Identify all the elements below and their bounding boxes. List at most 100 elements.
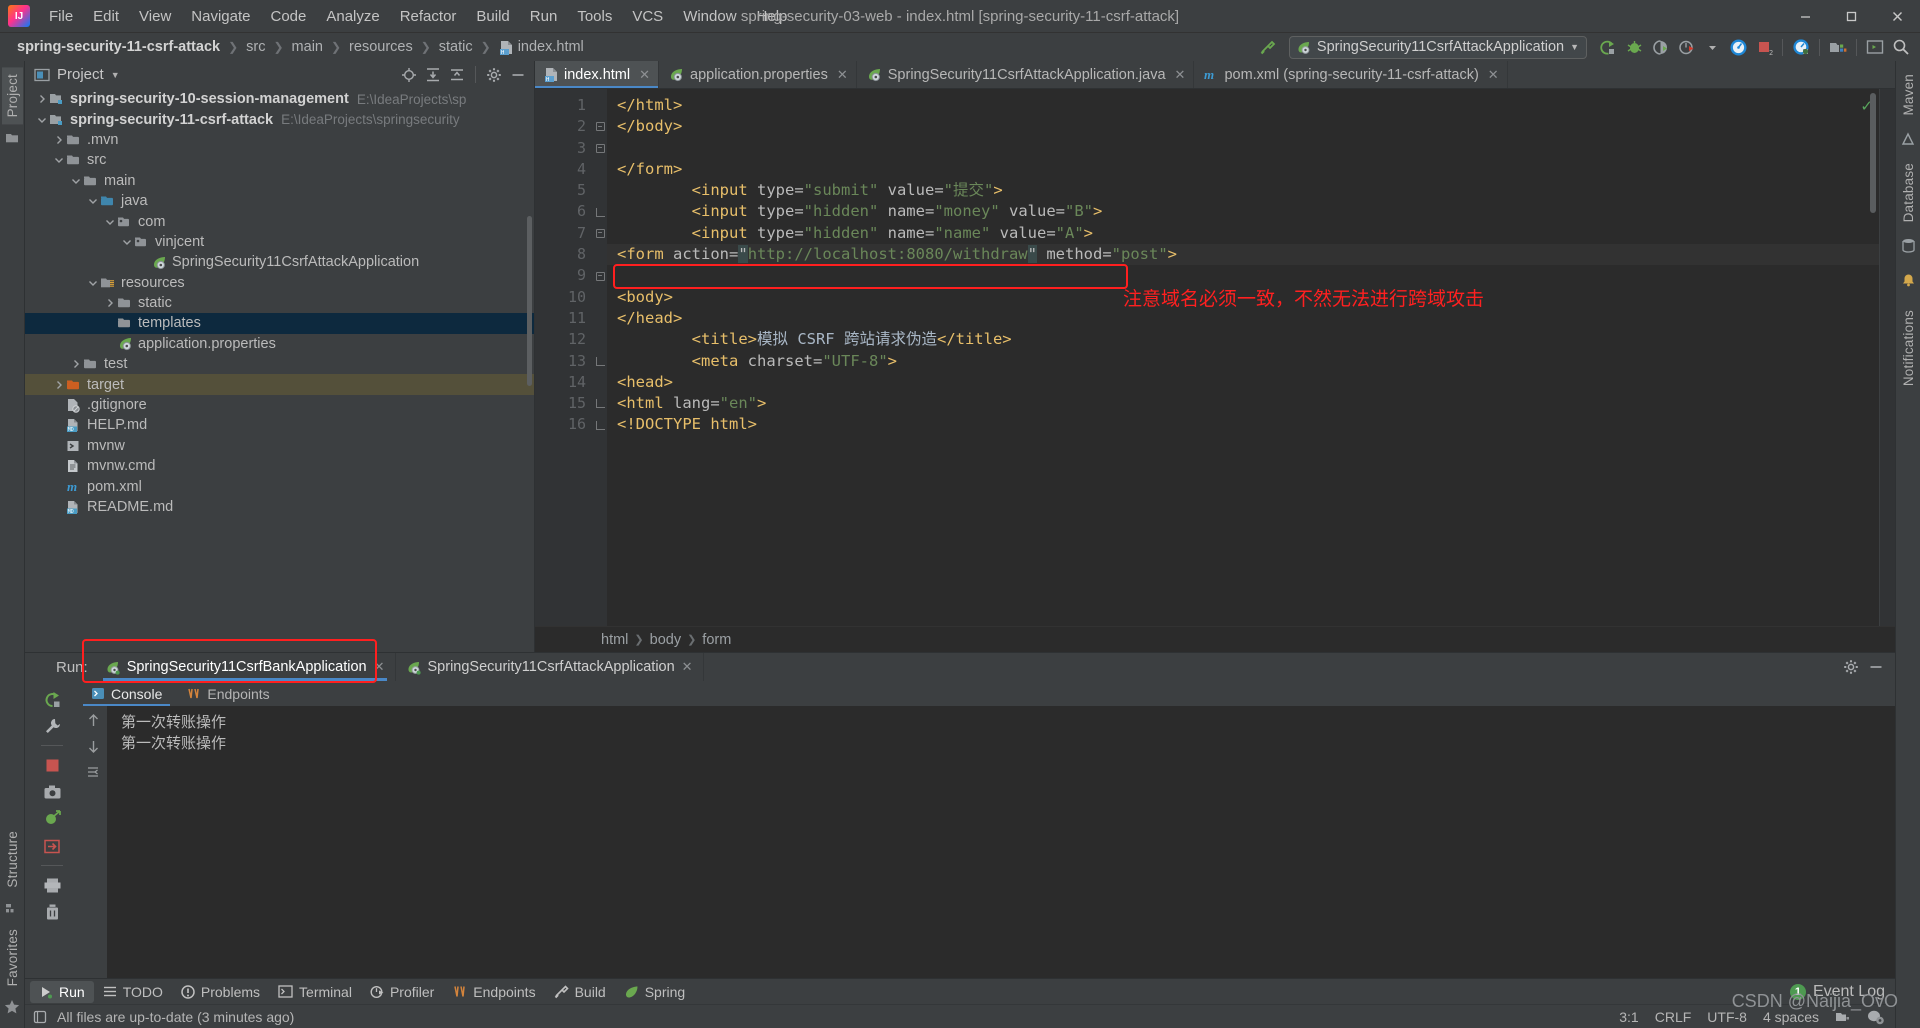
sidebar-item-favorites[interactable]: Favorites: [2, 922, 23, 993]
run-tab-attack-application[interactable]: SpringSecurity11CsrfAttackApplication ✕: [396, 653, 704, 681]
tool-window-terminal[interactable]: Terminal: [269, 981, 361, 1003]
minimize-button[interactable]: [1782, 0, 1828, 33]
code-line[interactable]: <!DOCTYPE html>: [607, 414, 1895, 435]
tree-node-spring-security-11-csrf-attack[interactable]: spring-security-11-csrf-attack E:\IdeaPro…: [25, 109, 534, 129]
sidebar-item-project[interactable]: Project: [1, 67, 23, 125]
inspection-gear-icon[interactable]: [1867, 1009, 1885, 1025]
thread-dump-icon[interactable]: [39, 806, 65, 832]
chevron-down-icon[interactable]: [86, 196, 99, 206]
soft-wrap-icon[interactable]: [83, 761, 103, 783]
editor-tab-application-properties[interactable]: application.properties ✕: [659, 61, 857, 88]
code-line[interactable]: <title>模拟 CSRF 跨站请求伪造</title>: [607, 329, 1895, 350]
profiler-icon[interactable]: [1673, 35, 1699, 59]
project-tree[interactable]: spring-security-10-session-management E:\…: [25, 88, 534, 652]
chevron-down-icon[interactable]: [35, 115, 48, 125]
attach-profiler-icon[interactable]: [1788, 35, 1814, 59]
maximize-button[interactable]: [1828, 0, 1874, 33]
sidebar-item-structure[interactable]: Structure: [2, 824, 23, 895]
menu-item-navigate[interactable]: Navigate: [181, 4, 260, 29]
code-content[interactable]: </html> </body> </form> <input type="submi…: [607, 89, 1895, 626]
tree-node-vinjcent[interactable]: vinjcent: [25, 232, 534, 252]
breadcrumb-item-static[interactable]: static: [436, 38, 476, 56]
editor-breadcrumb-item-form[interactable]: form: [702, 632, 731, 648]
tree-node-test[interactable]: test: [25, 354, 534, 374]
tree-node-templates[interactable]: templates: [25, 313, 534, 334]
fold-marker[interactable]: −: [593, 265, 607, 286]
down-arrow-icon[interactable]: [83, 735, 103, 757]
code-line[interactable]: <input type="submit" value="提交">: [607, 180, 1895, 201]
close-icon[interactable]: ✕: [374, 659, 385, 675]
menu-item-view[interactable]: View: [129, 4, 181, 29]
menu-item-vcs[interactable]: VCS: [622, 4, 673, 29]
fold-marker[interactable]: [593, 201, 607, 222]
tree-node-pom-xml[interactable]: m pom.xml: [25, 476, 534, 496]
chevron-down-icon[interactable]: [120, 237, 133, 247]
tool-window-spring[interactable]: Spring: [615, 981, 694, 1003]
coverage-icon[interactable]: [1647, 35, 1673, 59]
editor-tab-index-html[interactable]: Hindex.html ✕: [535, 61, 659, 88]
menu-item-edit[interactable]: Edit: [83, 4, 129, 29]
event-log-area[interactable]: 1 Event Log: [1789, 983, 1895, 1001]
tool-window-profiler[interactable]: Profiler: [361, 981, 443, 1003]
chevron-down-icon[interactable]: ▼: [1570, 42, 1579, 52]
stop-icon[interactable]: [39, 752, 65, 778]
vcs-icon[interactable]: [1835, 1010, 1851, 1024]
tree-node-mvnw[interactable]: mvnw: [25, 436, 534, 456]
error-stripe-marker[interactable]: [1879, 89, 1895, 626]
run-configuration-selector[interactable]: SpringSecurity11CsrfAttackApplication ▼: [1288, 35, 1587, 59]
tree-node-static[interactable]: static: [25, 293, 534, 313]
chevron-down-icon[interactable]: [1699, 35, 1725, 59]
close-icon[interactable]: ✕: [1488, 67, 1499, 83]
menu-item-analyze[interactable]: Analyze: [316, 4, 389, 29]
tool-window-build[interactable]: Build: [545, 981, 615, 1003]
code-line[interactable]: [607, 138, 1895, 159]
locate-icon[interactable]: [398, 64, 420, 85]
chevron-down-icon[interactable]: ▼: [111, 70, 120, 80]
menu-item-build[interactable]: Build: [466, 4, 519, 29]
console-output[interactable]: 第一次转账操作 第一次转账操作: [107, 706, 1895, 978]
file-encoding[interactable]: UTF-8: [1707, 1009, 1747, 1025]
editor-breadcrumb-item-html[interactable]: html: [601, 632, 628, 648]
terminal-icon[interactable]: [1862, 35, 1888, 59]
tree-node-src[interactable]: src: [25, 150, 534, 170]
print-icon[interactable]: [39, 872, 65, 898]
build-hammer-icon[interactable]: [1255, 35, 1281, 59]
expand-all-icon[interactable]: [422, 64, 444, 85]
editor-breadcrumb-item-body[interactable]: body: [650, 632, 681, 648]
tree-node-resources[interactable]: resources: [25, 273, 534, 293]
close-icon[interactable]: ✕: [837, 67, 848, 83]
breadcrumb-item-resources[interactable]: resources: [346, 38, 416, 56]
tree-node-mvnw-cmd[interactable]: mvnw.cmd: [25, 456, 534, 476]
menu-item-help[interactable]: Help: [747, 4, 798, 29]
tree-node-springsecurity11csrfattackapplication[interactable]: SpringSecurity11CsrfAttackApplication: [25, 252, 534, 272]
structure-icon[interactable]: [4, 900, 21, 917]
indent-setting[interactable]: 4 spaces: [1763, 1009, 1819, 1025]
gear-icon[interactable]: [1840, 657, 1862, 678]
star-icon[interactable]: [4, 998, 21, 1015]
code-line[interactable]: <html lang="en">: [607, 393, 1895, 414]
close-icon[interactable]: ✕: [1175, 67, 1186, 83]
editor-tab-springsecurity11csrfattackapplication-java[interactable]: SpringSecurity11CsrfAttackApplication.ja…: [857, 61, 1195, 88]
chevron-right-icon[interactable]: [103, 298, 116, 308]
maven-icon[interactable]: [1900, 131, 1917, 148]
code-line[interactable]: </head>: [607, 308, 1895, 329]
code-line[interactable]: <head>: [607, 372, 1895, 393]
close-icon[interactable]: ✕: [682, 659, 693, 675]
up-arrow-icon[interactable]: [83, 709, 103, 731]
tool-window-endpoints[interactable]: Endpoints: [443, 981, 544, 1003]
tool-window-problems[interactable]: Problems: [172, 981, 269, 1003]
project-panel-title[interactable]: Project ▼: [34, 66, 120, 83]
tree-node-java[interactable]: java: [25, 191, 534, 211]
chevron-down-icon[interactable]: [69, 176, 82, 186]
rerun-icon[interactable]: [39, 686, 65, 712]
menu-item-tools[interactable]: Tools: [567, 4, 622, 29]
chevron-down-icon[interactable]: [103, 217, 116, 227]
run-tab-bank-application[interactable]: SpringSecurity11CsrfBankApplication ✕: [95, 653, 396, 681]
breadcrumb-item-index-html[interactable]: Hindex.html: [496, 38, 587, 56]
wrench-icon[interactable]: [39, 713, 65, 739]
tree-node-spring-security-10-session-management[interactable]: spring-security-10-session-management E:\…: [25, 89, 534, 109]
breadcrumb-item-spring-security-11-csrf-attack[interactable]: spring-security-11-csrf-attack: [14, 38, 223, 56]
tab-endpoints[interactable]: Endpoints: [174, 681, 281, 706]
tree-node-target[interactable]: target: [25, 374, 534, 395]
code-line[interactable]: </body>: [607, 116, 1895, 137]
